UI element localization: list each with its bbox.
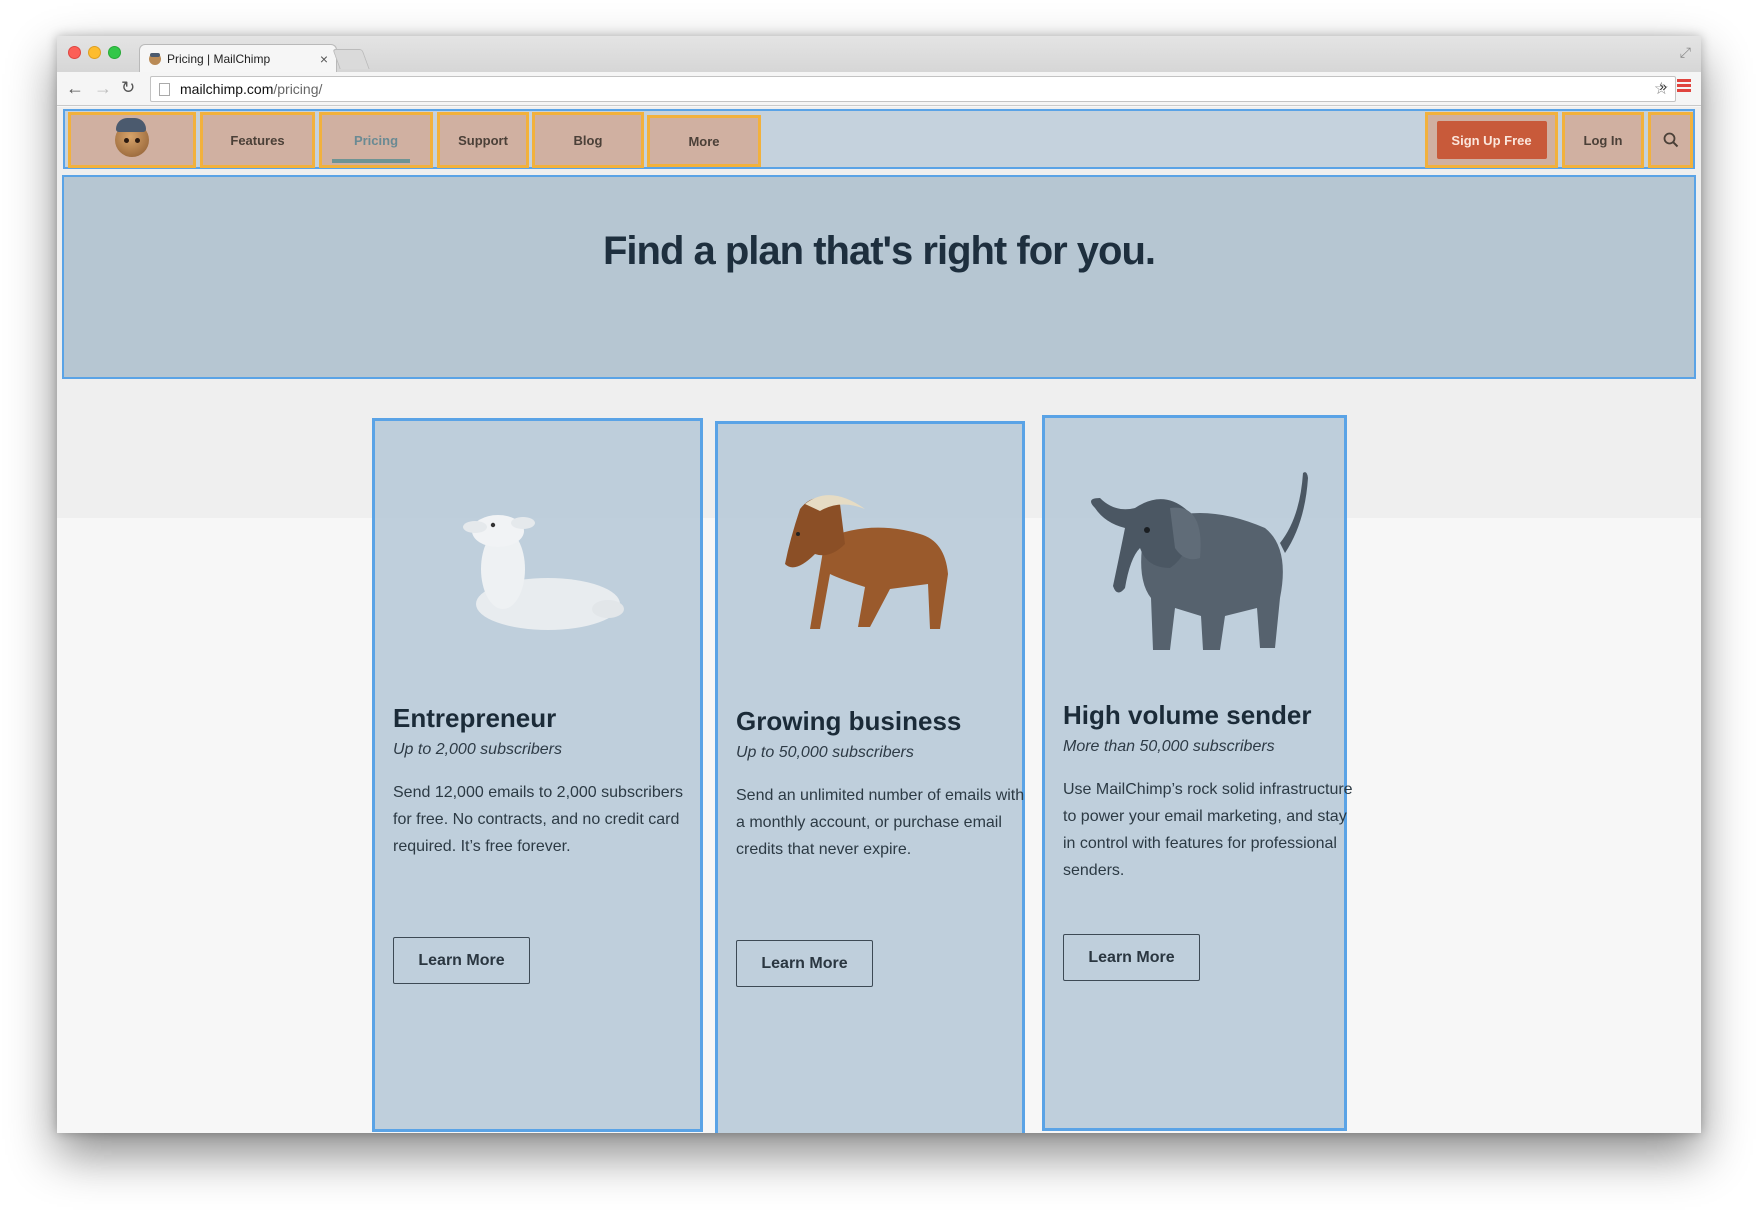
nav-item-label: Features bbox=[230, 132, 285, 148]
plan-description: Send 12,000 emails to 2,000 subscribers … bbox=[393, 784, 683, 855]
minimize-window-button[interactable] bbox=[88, 46, 101, 59]
fullscreen-icon[interactable]: ⤢ bbox=[1680, 44, 1691, 61]
close-window-button[interactable] bbox=[68, 46, 81, 59]
nav-item-label: More bbox=[688, 133, 720, 149]
hero-section: Find a plan that's right for you. bbox=[62, 175, 1696, 379]
nav-item-more[interactable]: More bbox=[647, 115, 761, 167]
nav-item-pricing[interactable]: Pricing bbox=[319, 112, 433, 168]
browser-toolbar: ← → ↻ mailchimp.com/pricing/ ☆ » bbox=[57, 72, 1701, 106]
signup-nav-item[interactable]: Sign Up Free bbox=[1425, 112, 1558, 168]
plan-title: Growing business bbox=[736, 706, 962, 736]
nav-item-support[interactable]: Support bbox=[437, 112, 529, 168]
learn-more-button[interactable]: Learn More bbox=[393, 937, 530, 984]
menu-icon[interactable] bbox=[1677, 79, 1691, 94]
reload-icon[interactable]: ↻ bbox=[121, 78, 135, 98]
freddie-logo-icon bbox=[115, 118, 149, 157]
plan-subtitle: Up to 50,000 subscribers bbox=[736, 744, 914, 761]
plan-card-entrepreneur: Entrepreneur Up to 2,000 subscribers Sen… bbox=[372, 418, 703, 1132]
nav-item-blog[interactable]: Blog bbox=[532, 112, 644, 168]
url-host: mailchimp.com bbox=[180, 81, 274, 97]
back-arrow-icon[interactable]: ← bbox=[66, 78, 84, 98]
plan-subtitle: More than 50,000 subscribers bbox=[1063, 738, 1275, 755]
search-button[interactable] bbox=[1648, 112, 1693, 168]
url-path: /pricing/ bbox=[273, 81, 323, 97]
nav-item-label: Pricing bbox=[353, 132, 399, 148]
page-viewport: Features Pricing Support Blog More Sign … bbox=[57, 107, 1701, 1133]
main-nav: Features Pricing Support Blog More Sign … bbox=[63, 109, 1695, 169]
plan-description: Use MailChimp’s rock solid infrastructur… bbox=[1063, 781, 1353, 879]
signup-button[interactable]: Sign Up Free bbox=[1436, 121, 1547, 159]
login-button[interactable]: Log In bbox=[1562, 112, 1644, 168]
login-label: Log In bbox=[1583, 132, 1623, 148]
lamb-illustration-icon bbox=[462, 515, 624, 630]
nav-item-label: Blog bbox=[573, 132, 603, 148]
plan-card-growing-business: Growing business Up to 50,000 subscriber… bbox=[715, 421, 1025, 1133]
tab-strip: Pricing | MailChimp × ⤢ bbox=[57, 36, 1701, 73]
learn-more-button[interactable]: Learn More bbox=[1063, 934, 1200, 981]
browser-window: Pricing | MailChimp × ⤢ ← → ↻ mailchimp.… bbox=[57, 36, 1701, 1133]
browser-tab[interactable]: Pricing | MailChimp × bbox=[139, 44, 337, 73]
elephant-illustration-icon bbox=[1090, 472, 1308, 650]
mailchimp-favicon-icon bbox=[149, 53, 161, 65]
plan-subtitle: Up to 2,000 subscribers bbox=[393, 741, 562, 758]
active-indicator bbox=[332, 159, 410, 163]
plan-title: Entrepreneur bbox=[393, 703, 557, 733]
mailchimp-logo[interactable] bbox=[68, 112, 196, 168]
search-icon bbox=[1663, 132, 1678, 148]
learn-more-button[interactable]: Learn More bbox=[736, 940, 873, 987]
nav-item-features[interactable]: Features bbox=[200, 112, 315, 168]
forward-arrow-icon[interactable]: → bbox=[94, 78, 112, 98]
zoom-window-button[interactable] bbox=[108, 46, 121, 59]
extensions-icon[interactable]: » bbox=[1659, 78, 1667, 94]
plan-description: Send an unlimited number of emails with … bbox=[736, 787, 1025, 858]
tab-title: Pricing | MailChimp bbox=[167, 52, 271, 66]
new-tab-button[interactable] bbox=[332, 49, 370, 69]
plan-title: High volume sender bbox=[1063, 700, 1312, 730]
plan-card-high-volume-sender: High volume sender More than 50,000 subs… bbox=[1042, 415, 1353, 1131]
page-title: Find a plan that's right for you. bbox=[602, 229, 1156, 273]
tab-close-icon[interactable]: × bbox=[320, 51, 328, 67]
page-icon bbox=[159, 82, 170, 96]
horse-illustration-icon bbox=[785, 495, 948, 629]
nav-item-label: Support bbox=[458, 132, 508, 148]
address-bar[interactable]: mailchimp.com/pricing/ ☆ bbox=[150, 76, 1676, 102]
